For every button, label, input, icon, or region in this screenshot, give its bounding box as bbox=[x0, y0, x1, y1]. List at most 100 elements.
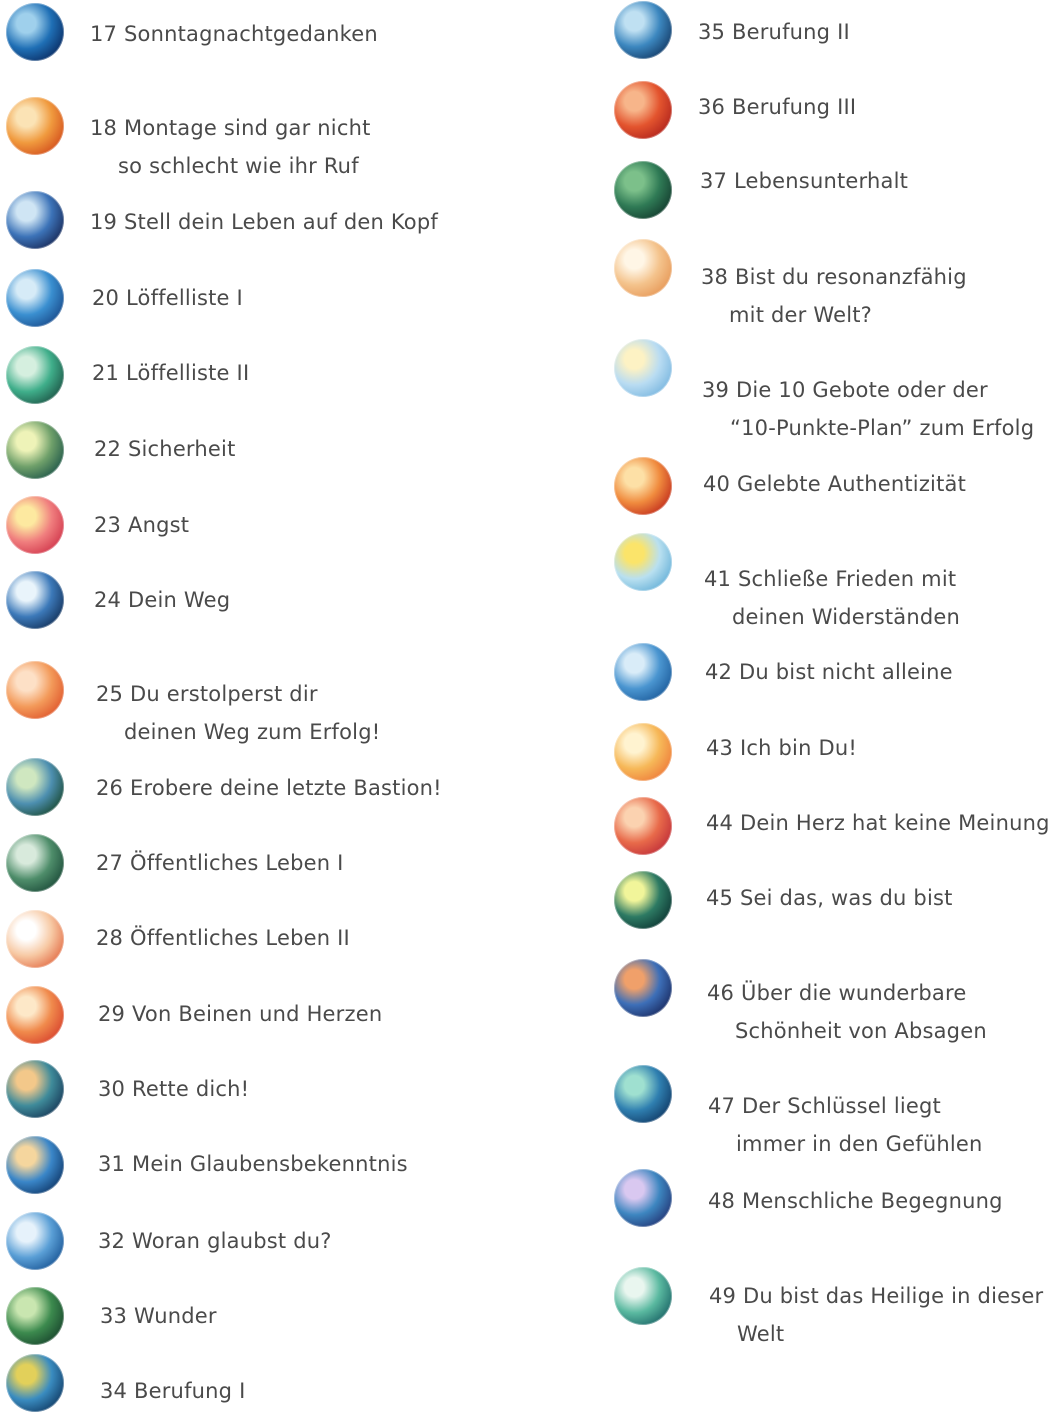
toc-entry-title: 36 Berufung III bbox=[698, 88, 856, 126]
toc-entry-title-line: 45 Sei das, was du bist bbox=[706, 886, 953, 910]
watercolor-circle-icon bbox=[6, 421, 64, 479]
toc-entry-title: 33 Wunder bbox=[100, 1297, 217, 1335]
toc-entry-title: 39 Die 10 Gebote oder der “10-Punkte-Plan… bbox=[702, 371, 1034, 447]
toc-entry-title-continuation: deinen Weg zum Erfolg! bbox=[124, 720, 381, 744]
toc-entry-title: 22 Sicherheit bbox=[94, 430, 236, 468]
toc-entry-title-line: 23 Angst bbox=[94, 513, 190, 537]
toc-entry-title-line: 36 Berufung III bbox=[698, 95, 857, 119]
watercolor-circle-icon bbox=[6, 346, 64, 404]
toc-entry-title: 45 Sei das, was du bist bbox=[706, 879, 953, 917]
watercolor-circle-icon bbox=[6, 1287, 64, 1345]
toc-entry-title-line: 44 Dein Herz hat keine Meinung bbox=[706, 811, 1050, 835]
watercolor-circle-icon bbox=[614, 457, 672, 515]
watercolor-circle-icon bbox=[614, 81, 672, 139]
watercolor-circle-icon bbox=[6, 758, 64, 816]
toc-entry-title-line: 35 Berufung II bbox=[698, 20, 850, 44]
toc-entry-title-line: 32 Woran glaubst du? bbox=[98, 1229, 332, 1253]
watercolor-circle-icon bbox=[6, 661, 64, 719]
toc-entry-title-continuation: Welt bbox=[737, 1322, 785, 1346]
watercolor-circle-icon bbox=[614, 1065, 672, 1123]
toc-entry-title: 26 Erobere deine letzte Bastion! bbox=[96, 769, 442, 807]
toc-entry-title: 44 Dein Herz hat keine Meinung bbox=[706, 804, 1050, 842]
watercolor-circle-icon bbox=[6, 1060, 64, 1118]
watercolor-circle-icon bbox=[614, 959, 672, 1017]
toc-entry-title: 25 Du erstolperst dir deinen Weg zum Erfo… bbox=[96, 675, 380, 751]
toc-entry-title-line: 25 Du erstolperst dir bbox=[96, 682, 318, 706]
toc-entry-title: 31 Mein Glaubensbekenntnis bbox=[98, 1145, 408, 1183]
watercolor-circle-icon bbox=[614, 1267, 672, 1325]
toc-entry-title: 34 Berufung I bbox=[100, 1372, 245, 1410]
toc-entry-title: 27 Öffentliches Leben I bbox=[96, 844, 344, 882]
toc-entry-title-line: 37 Lebensunterhalt bbox=[700, 169, 909, 193]
toc-entry-title-line: 47 Der Schlüssel liegt bbox=[708, 1094, 941, 1118]
toc-entry-title-line: 28 Öffentliches Leben II bbox=[96, 926, 350, 950]
toc-entry-title-line: 26 Erobere deine letzte Bastion! bbox=[96, 776, 442, 800]
toc-entry-title: 47 Der Schlüssel liegt immer in den Gefüh… bbox=[708, 1087, 983, 1163]
watercolor-circle-icon bbox=[614, 643, 672, 701]
watercolor-circle-icon bbox=[6, 571, 64, 629]
toc-entry-title-continuation: mit der Welt? bbox=[729, 303, 873, 327]
watercolor-circle-icon bbox=[6, 834, 64, 892]
watercolor-circle-icon bbox=[614, 533, 672, 591]
watercolor-circle-icon bbox=[614, 1, 672, 59]
toc-entry-title-line: 29 Von Beinen und Herzen bbox=[98, 1002, 383, 1026]
toc-entry-title: 48 Menschliche Begegnung bbox=[708, 1182, 1003, 1220]
watercolor-circle-icon bbox=[614, 1169, 672, 1227]
toc-entry-title-line: 24 Dein Weg bbox=[94, 588, 231, 612]
toc-entry-title: 28 Öffentliches Leben II bbox=[96, 919, 350, 957]
watercolor-circle-icon bbox=[6, 1354, 64, 1412]
toc-entry-title-line: 22 Sicherheit bbox=[94, 437, 236, 461]
toc-entry-title: 30 Rette dich! bbox=[98, 1070, 249, 1108]
toc-entry-title-continuation: so schlecht wie ihr Ruf bbox=[118, 154, 359, 178]
toc-entry-title-line: 49 Du bist das Heilige in dieser bbox=[709, 1284, 1044, 1308]
toc-entry-title: 35 Berufung II bbox=[698, 13, 850, 51]
toc-entry-title: 37 Lebensunterhalt bbox=[700, 162, 908, 200]
watercolor-circle-icon bbox=[6, 269, 64, 327]
toc-entry-title-line: 27 Öffentliches Leben I bbox=[96, 851, 344, 875]
watercolor-circle-icon bbox=[6, 191, 64, 249]
toc-entry-title-line: 43 Ich bin Du! bbox=[706, 736, 857, 760]
watercolor-circle-icon bbox=[6, 496, 64, 554]
toc-entry-title-line: 18 Montage sind gar nicht bbox=[90, 116, 371, 140]
toc-entry-title-line: 48 Menschliche Begegnung bbox=[708, 1189, 1003, 1213]
toc-entry-title-line: 20 Löffelliste I bbox=[92, 286, 243, 310]
toc-entry-title-line: 41 Schließe Frieden mit bbox=[704, 567, 957, 591]
watercolor-circle-icon bbox=[6, 986, 64, 1044]
toc-entry-title: 17 Sonntagnachtgedanken bbox=[90, 15, 378, 53]
toc-entry-title-line: 34 Berufung I bbox=[100, 1379, 246, 1403]
toc-entry-title-line: 30 Rette dich! bbox=[98, 1077, 250, 1101]
toc-entry-title: 38 Bist du resonanzfähig mit der Welt? bbox=[701, 258, 967, 334]
watercolor-circle-icon bbox=[6, 1212, 64, 1270]
watercolor-circle-icon bbox=[614, 797, 672, 855]
toc-entry-title-continuation: Schönheit von Absagen bbox=[735, 1019, 987, 1043]
toc-entry-title-line: 46 Über die wunderbare bbox=[707, 981, 967, 1005]
toc-entry-title-line: 39 Die 10 Gebote oder der bbox=[702, 378, 988, 402]
watercolor-circle-icon bbox=[6, 910, 64, 968]
watercolor-circle-icon bbox=[614, 339, 672, 397]
watercolor-circle-icon bbox=[6, 1136, 64, 1194]
toc-entry-title-line: 40 Gelebte Authentizität bbox=[703, 472, 967, 496]
toc-entry-title-line: 19 Stell dein Leben auf den Kopf bbox=[90, 210, 438, 234]
toc-entry-title-line: 42 Du bist nicht alleine bbox=[705, 660, 953, 684]
toc-entry-title: 49 Du bist das Heilige in dieser Welt bbox=[709, 1277, 1043, 1353]
toc-entry-title: 18 Montage sind gar nicht so schlecht wie… bbox=[90, 109, 371, 185]
toc-entry-title: 32 Woran glaubst du? bbox=[98, 1222, 332, 1260]
toc-entry-title-continuation: “10-Punkte-Plan” zum Erfolg bbox=[730, 416, 1035, 440]
toc-entry-title-line: 17 Sonntagnachtgedanken bbox=[90, 22, 378, 46]
toc-entry-title: 21 Löffelliste II bbox=[92, 354, 249, 392]
toc-entry-title: 40 Gelebte Authentizität bbox=[703, 465, 966, 503]
watercolor-circle-icon bbox=[614, 871, 672, 929]
toc-entry-title: 23 Angst bbox=[94, 506, 189, 544]
toc-entry-title-line: 38 Bist du resonanzfähig bbox=[701, 265, 967, 289]
toc-entry-title: 46 Über die wunderbare Schönheit von Absa… bbox=[707, 974, 987, 1050]
toc-entry-title-line: 33 Wunder bbox=[100, 1304, 217, 1328]
watercolor-circle-icon bbox=[614, 161, 672, 219]
toc-entry-title: 42 Du bist nicht alleine bbox=[705, 653, 953, 691]
watercolor-circle-icon bbox=[614, 239, 672, 297]
toc-entry-title: 29 Von Beinen und Herzen bbox=[98, 995, 382, 1033]
toc-entry-title-line: 21 Löffelliste II bbox=[92, 361, 250, 385]
toc-entry-title-continuation: immer in den Gefühlen bbox=[736, 1132, 983, 1156]
watercolor-circle-icon bbox=[6, 97, 64, 155]
watercolor-circle-icon bbox=[6, 3, 64, 61]
toc-entry-title: 43 Ich bin Du! bbox=[706, 729, 857, 767]
